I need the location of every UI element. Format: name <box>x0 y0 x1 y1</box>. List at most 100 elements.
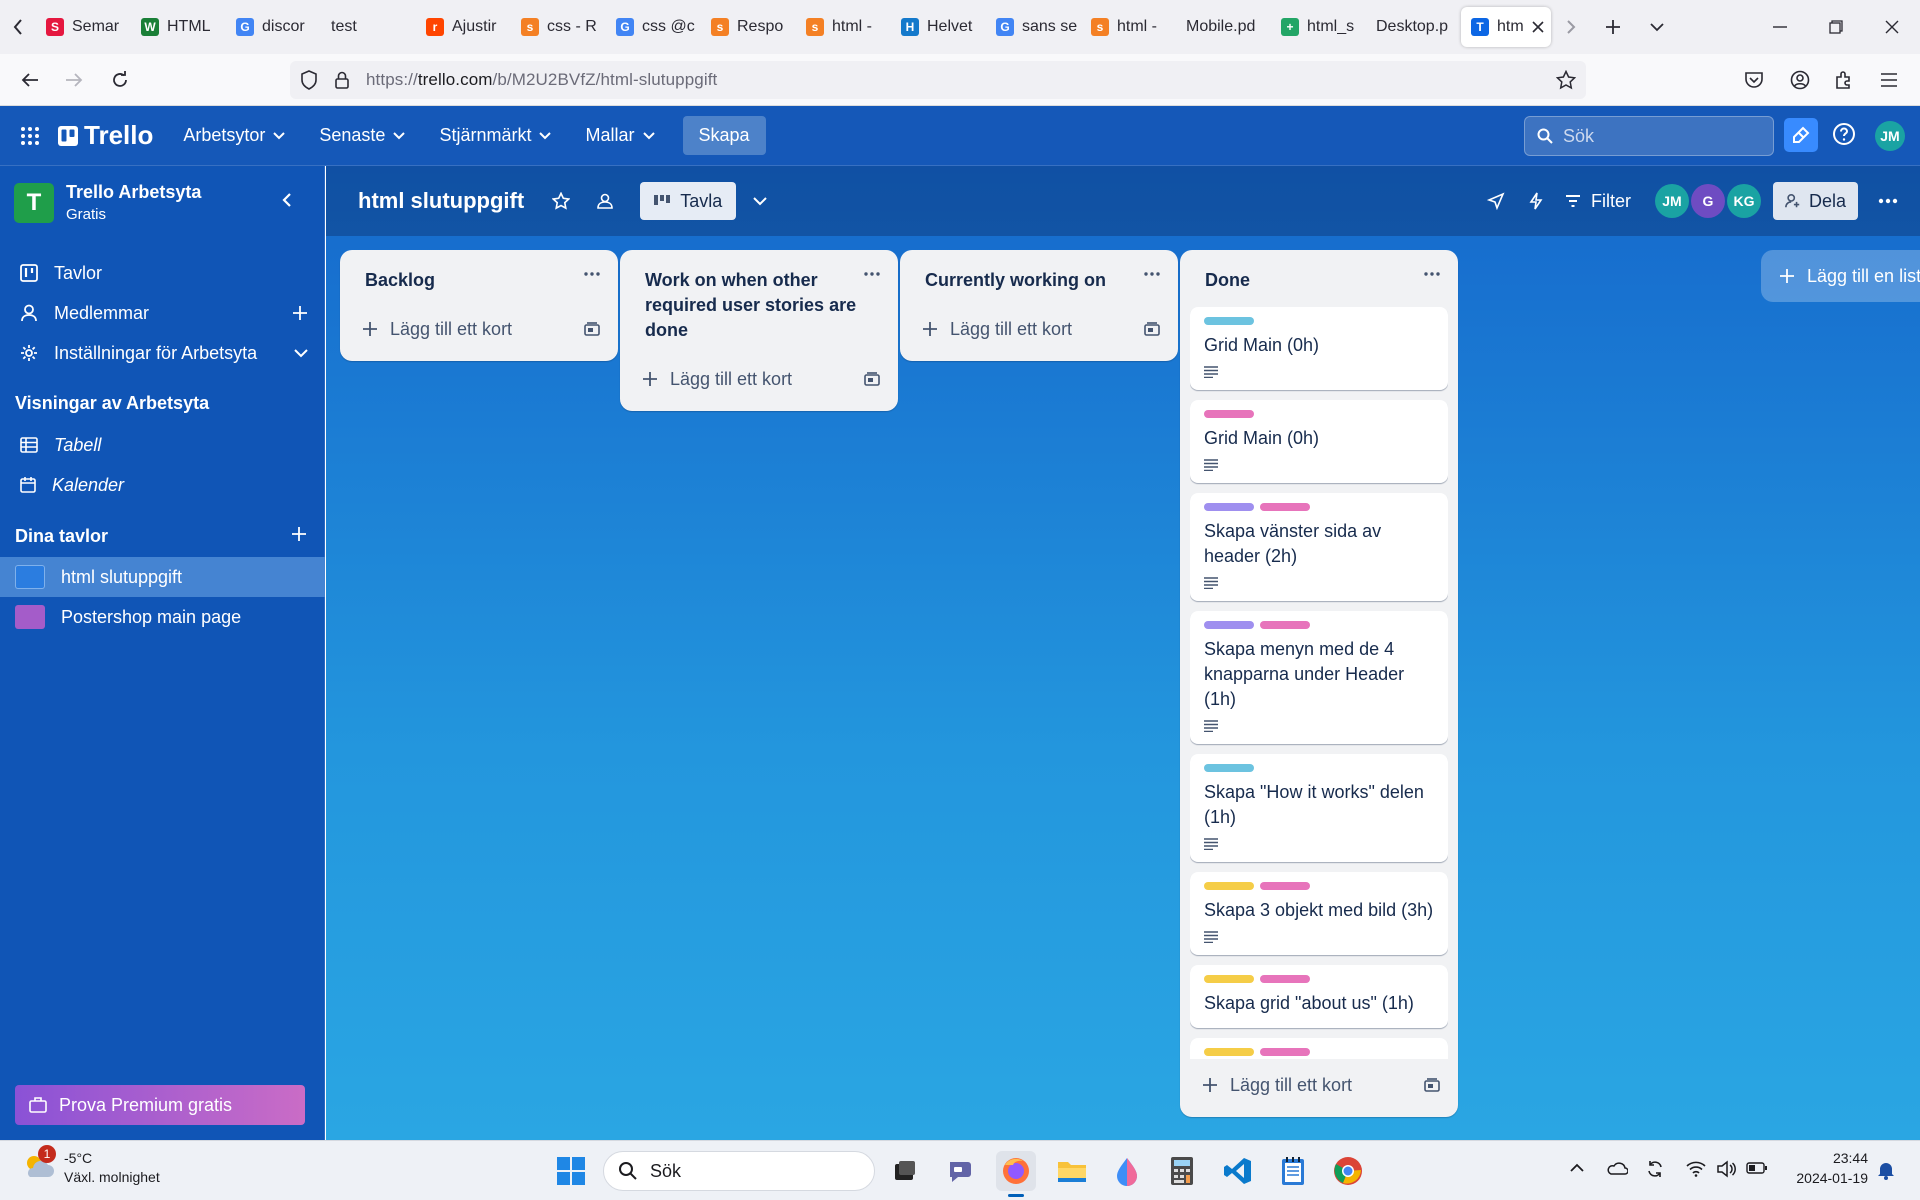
card-template-icon[interactable] <box>584 322 600 336</box>
browser-tab[interactable]: + html_s <box>1271 7 1366 47</box>
close-window-icon[interactable] <box>1864 7 1920 47</box>
lock-icon[interactable] <box>334 70 350 90</box>
member-avatar[interactable]: G <box>1690 184 1725 218</box>
url-text[interactable]: https://trello.com/b/M2U2BVfZ/html-slutu… <box>366 70 717 90</box>
card-label[interactable] <box>1260 1048 1310 1056</box>
task-view-icon[interactable] <box>885 1151 925 1191</box>
card[interactable]: Skapa vänster sida av header (2h) <box>1190 493 1448 601</box>
list-all-tabs-icon[interactable] <box>1635 7 1679 47</box>
browser-tab[interactable]: Gdiscor <box>226 7 321 47</box>
search-input[interactable]: Sök <box>1524 116 1774 156</box>
list-menu-icon[interactable] <box>1424 272 1440 276</box>
chevron-down-icon[interactable] <box>294 348 308 358</box>
browser-tab[interactable]: test <box>321 7 416 47</box>
visibility-icon[interactable] <box>596 192 614 210</box>
wifi-icon[interactable] <box>1686 1161 1706 1177</box>
card-template-icon[interactable] <box>1144 322 1160 336</box>
sidebar-board-postershop[interactable]: Postershop main page <box>0 597 325 637</box>
bookmark-star-icon[interactable] <box>1556 70 1576 90</box>
trello-logo[interactable]: Trello <box>58 120 153 151</box>
card-template-icon[interactable] <box>1424 1078 1440 1092</box>
extensions-icon[interactable] <box>1834 70 1854 90</box>
sidebar-board-html-slutuppgift[interactable]: html slutuppgift <box>0 557 325 597</box>
account-icon[interactable] <box>1790 70 1810 90</box>
browser-tab[interactable]: H Helvet <box>891 7 986 47</box>
notepad-icon[interactable] <box>1273 1151 1313 1191</box>
member-avatar[interactable]: KG <box>1726 184 1761 218</box>
sidebar-item-settings[interactable]: Inställningar för Arbetsyta <box>0 333 325 373</box>
restore-icon[interactable] <box>1808 7 1864 47</box>
list-menu-icon[interactable] <box>864 272 880 276</box>
add-card-button[interactable]: Lägg till ett kort <box>350 309 608 349</box>
browser-tab[interactable]: s css - R <box>511 7 606 47</box>
close-tab-icon[interactable] <box>1532 21 1544 33</box>
browser-tab[interactable]: Thtm <box>1461 7 1551 47</box>
card-label[interactable] <box>1204 764 1254 772</box>
paint-icon[interactable] <box>1107 1151 1147 1191</box>
card[interactable]: Skapa 3 objekt med bild (3h) <box>1190 872 1448 955</box>
chrome-icon[interactable] <box>1328 1151 1368 1191</box>
back-icon[interactable] <box>8 60 52 100</box>
weather-widget[interactable]: 1 -5°C Växl. molnighet <box>20 1145 160 1185</box>
card-label[interactable] <box>1260 503 1310 511</box>
workspace-name[interactable]: Trello Arbetsyta <box>66 182 201 203</box>
sidebar-item-members[interactable]: Medlemmar <box>0 293 325 333</box>
battery-icon[interactable] <box>1746 1162 1768 1174</box>
browser-tab[interactable]: s Respo <box>701 7 796 47</box>
sidebar-item-boards[interactable]: Tavlor <box>0 253 325 293</box>
add-board-icon[interactable] <box>291 526 307 542</box>
card[interactable]: Grid Main (0h) <box>1190 400 1448 483</box>
list-title[interactable]: Work on when other required user stories… <box>630 250 890 343</box>
card[interactable]: Skapa menyn med de 4 knapparna under Hea… <box>1190 611 1448 744</box>
card-label[interactable] <box>1204 882 1254 890</box>
more-views-chevron-icon[interactable] <box>752 196 768 206</box>
create-button[interactable]: Skapa <box>682 116 766 155</box>
browser-tab[interactable]: S Semar <box>36 7 131 47</box>
collapse-sidebar-icon[interactable] <box>282 192 292 208</box>
help-icon[interactable] <box>1832 122 1856 146</box>
add-card-button[interactable]: Lägg till ett kort <box>910 309 1168 349</box>
add-member-icon[interactable] <box>292 305 308 321</box>
card[interactable]: Skapa grid "about us" (1h) <box>1190 965 1448 1028</box>
member-avatar[interactable]: JM <box>1654 184 1689 218</box>
filter-button[interactable]: Filter <box>1565 191 1631 212</box>
workspace-logo[interactable]: T <box>14 182 54 223</box>
tracking-shield-icon[interactable] <box>300 70 318 90</box>
list-menu-icon[interactable] <box>584 272 600 276</box>
sync-icon[interactable] <box>1645 1159 1665 1179</box>
clock[interactable]: 23:44 2024-01-19 <box>1784 1150 1868 1186</box>
calculator-icon[interactable] <box>1162 1151 1202 1191</box>
reload-icon[interactable] <box>98 60 142 100</box>
browser-tab[interactable]: s html - <box>1081 7 1176 47</box>
card-label[interactable] <box>1204 1048 1254 1056</box>
card-label[interactable] <box>1204 621 1254 629</box>
card-label[interactable] <box>1204 975 1254 983</box>
minimize-icon[interactable] <box>1752 7 1808 47</box>
browser-tab[interactable]: Gsans se <box>986 7 1081 47</box>
card-label[interactable] <box>1204 317 1254 325</box>
browser-tab[interactable]: Mobile.pd <box>1176 7 1271 47</box>
file-explorer-icon[interactable] <box>1052 1151 1092 1191</box>
tab-list-back-icon[interactable] <box>0 7 36 47</box>
automation-icon[interactable] <box>1529 192 1543 210</box>
card[interactable] <box>1190 1038 1448 1059</box>
list-title[interactable]: Backlog <box>350 250 610 293</box>
new-tab-icon[interactable] <box>1591 7 1635 47</box>
board-title[interactable]: html slutuppgift <box>358 188 524 214</box>
notifications-icon[interactable] <box>1784 118 1818 152</box>
share-button[interactable]: Dela <box>1772 182 1858 220</box>
forward-icon[interactable] <box>52 60 96 100</box>
add-list-button[interactable]: Lägg till en lista <box>1761 250 1920 302</box>
card-label[interactable] <box>1260 975 1310 983</box>
user-avatar[interactable]: JM <box>1875 121 1905 151</box>
url-bar[interactable]: https://trello.com/b/M2U2BVfZ/html-slutu… <box>290 61 1586 99</box>
browser-tab[interactable]: Desktop.p <box>1366 7 1461 47</box>
card-label[interactable] <box>1204 503 1254 511</box>
teams-chat-icon[interactable] <box>941 1151 981 1191</box>
taskbar-search[interactable]: Sök <box>603 1151 875 1191</box>
start-icon[interactable] <box>551 1151 591 1191</box>
vscode-icon[interactable] <box>1218 1151 1258 1191</box>
notification-bell-icon[interactable] <box>1877 1160 1895 1180</box>
card[interactable]: Grid Main (0h) <box>1190 307 1448 390</box>
card[interactable]: Skapa "How it works" delen (1h) <box>1190 754 1448 862</box>
